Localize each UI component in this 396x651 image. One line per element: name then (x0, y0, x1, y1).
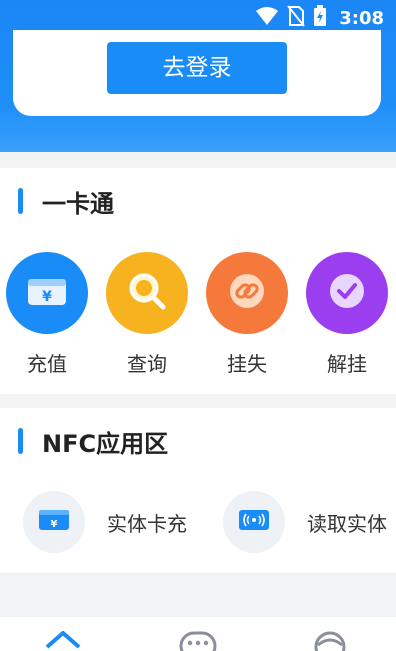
card-circle-unlock (306, 252, 388, 334)
tab-messages[interactable] (178, 629, 218, 651)
battery-charging-icon (313, 5, 327, 31)
nfc-circle: ¥ (23, 491, 85, 553)
section-title: NFC应用区 (42, 430, 169, 458)
nfc-item-card-recharge[interactable]: ¥ 实体卡充 (23, 491, 187, 553)
nfc-item-read-card[interactable]: 读取实体 (223, 491, 387, 553)
no-sim-icon (287, 5, 305, 31)
card-label-report-loss: 挂失 (227, 352, 267, 376)
card-label-unlock: 解挂 (327, 352, 367, 376)
message-icon (178, 629, 218, 651)
card-label-query: 查询 (127, 352, 167, 376)
nfc-section: NFC应用区 ¥ 实体卡充 读取实体 (0, 408, 396, 573)
card-item-report-loss[interactable]: 挂失 (205, 252, 289, 377)
card-item-query[interactable]: 查询 (105, 252, 189, 377)
svg-text:¥: ¥ (42, 289, 52, 305)
section-title: 一卡通 (42, 190, 114, 218)
login-button[interactable]: 去登录 (107, 42, 287, 94)
nfc-label-card-recharge: 实体卡充 (107, 511, 187, 536)
card-circle-recharge: ¥ (6, 252, 88, 334)
check-circle-icon (326, 270, 368, 316)
nfc-read-icon (238, 508, 270, 536)
tab-bar (0, 617, 396, 651)
tab-profile[interactable] (310, 629, 350, 651)
card-circle-query (106, 252, 188, 334)
home-icon (43, 629, 83, 651)
tab-home[interactable] (43, 629, 83, 651)
svg-text:¥: ¥ (51, 519, 58, 530)
card-circle-report-loss (206, 252, 288, 334)
section-title-bar (18, 428, 23, 454)
section-title-bar (18, 188, 23, 214)
login-card: 去登录 (13, 30, 381, 116)
link-icon (226, 270, 268, 316)
nfc-label-read-card: 读取实体 (307, 511, 387, 536)
recharge-card-icon: ¥ (25, 274, 69, 312)
card-section: 一卡通 ¥ 充值 查询 挂失 解挂 (0, 168, 396, 394)
nfc-circle (223, 491, 285, 553)
card-item-recharge[interactable]: ¥ 充值 (5, 252, 89, 377)
card-recharge-icon: ¥ (38, 508, 70, 536)
status-bar: 3:08 (0, 0, 396, 32)
card-label-recharge: 充值 (27, 352, 67, 376)
status-time: 3:08 (339, 7, 384, 29)
profile-icon (310, 629, 350, 651)
search-icon (125, 269, 169, 317)
wifi-icon (255, 6, 279, 30)
header: 3:08 去登录 (0, 0, 396, 152)
card-item-unlock[interactable]: 解挂 (305, 252, 389, 377)
